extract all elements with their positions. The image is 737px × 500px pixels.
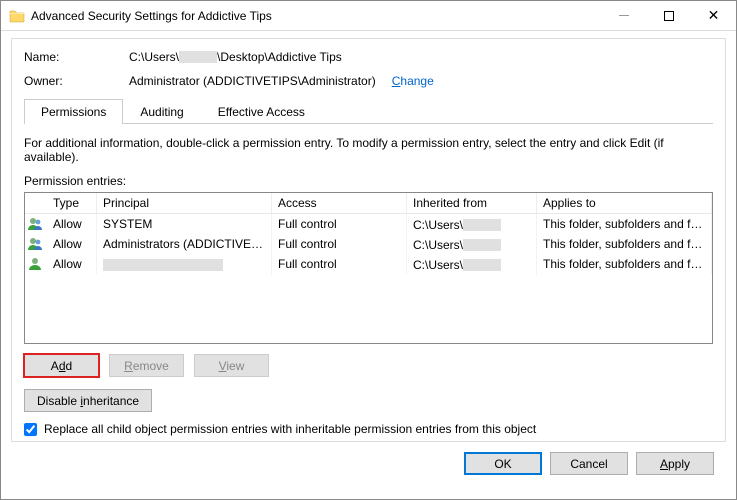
entries-label: Permission entries: — [24, 174, 713, 188]
dialog-footer: OK Cancel Apply — [11, 442, 726, 475]
tab-effective-access[interactable]: Effective Access — [201, 99, 322, 124]
replace-children-label: Replace all child object permission entr… — [44, 422, 536, 436]
name-value: C:\Users\\Desktop\Addictive Tips — [129, 49, 342, 64]
tab-strip: Permissions Auditing Effective Access — [24, 98, 713, 124]
user-icon — [25, 253, 47, 275]
add-button[interactable]: Add — [24, 354, 99, 377]
name-label: Name: — [24, 50, 129, 64]
disable-inheritance-button[interactable]: Disable inheritance — [24, 389, 152, 412]
view-button[interactable]: View — [194, 354, 269, 377]
cancel-button[interactable]: Cancel — [550, 452, 628, 475]
folder-icon — [9, 8, 25, 24]
replace-checkbox-row[interactable]: Replace all child object permission entr… — [24, 422, 713, 436]
permission-entries-list[interactable]: Type Principal Access Inherited from App… — [24, 192, 713, 344]
owner-value: Administrator (ADDICTIVETIPS\Administrat… — [129, 74, 376, 88]
table-row[interactable]: Allow Full control C:\Users\ This folder… — [25, 254, 712, 274]
list-header: Type Principal Access Inherited from App… — [25, 193, 712, 214]
close-button[interactable]: ✕ — [691, 1, 736, 30]
table-row[interactable]: Allow SYSTEM Full control C:\Users\ This… — [25, 214, 712, 234]
info-text: For additional information, double-click… — [24, 136, 713, 164]
col-applies[interactable]: Applies to — [537, 193, 712, 213]
ok-button[interactable]: OK — [464, 452, 542, 475]
col-access[interactable]: Access — [272, 193, 407, 213]
change-owner-link[interactable]: Change — [392, 74, 434, 88]
titlebar: Advanced Security Settings for Addictive… — [1, 1, 736, 31]
user-icon — [25, 233, 47, 255]
col-principal[interactable]: Principal — [97, 193, 272, 213]
tab-auditing[interactable]: Auditing — [123, 99, 200, 124]
tab-permissions[interactable]: Permissions — [24, 99, 123, 124]
user-icon — [25, 213, 47, 235]
col-inherited[interactable]: Inherited from — [407, 193, 537, 213]
minimize-button[interactable] — [601, 1, 646, 30]
main-panel: Name: C:\Users\\Desktop\Addictive Tips O… — [11, 38, 726, 442]
table-row[interactable]: Allow Administrators (ADDICTIVETIP... Fu… — [25, 234, 712, 254]
window-title: Advanced Security Settings for Addictive… — [31, 9, 272, 23]
apply-button[interactable]: Apply — [636, 452, 714, 475]
col-type[interactable]: Type — [47, 193, 97, 213]
redacted-username — [179, 51, 217, 63]
remove-button[interactable]: Remove — [109, 354, 184, 377]
replace-children-checkbox[interactable] — [24, 423, 37, 436]
owner-label: Owner: — [24, 74, 129, 88]
maximize-button[interactable] — [646, 1, 691, 30]
